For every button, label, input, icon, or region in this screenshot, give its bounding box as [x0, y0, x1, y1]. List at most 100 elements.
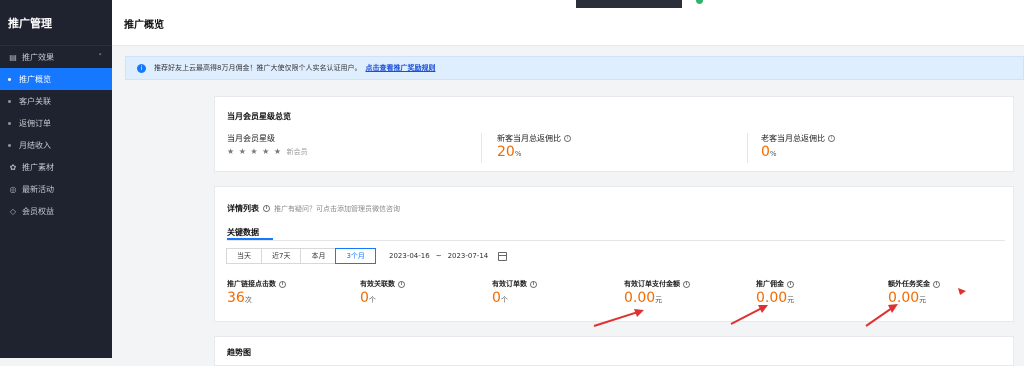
stat-value: 0	[360, 290, 369, 306]
page-title: 推广概览	[124, 20, 164, 31]
member-level-text: 新会员	[286, 148, 308, 156]
chevron-up-icon: ˄	[98, 53, 103, 61]
range-3months-button[interactable]: 3个月	[335, 248, 376, 264]
stat-unit: 个	[368, 296, 376, 304]
stat-commission: 推广佣金 i 0.00元	[756, 279, 876, 309]
stat-label: 推广链接点击数	[227, 280, 276, 288]
star-icons: ★ ★ ★ ★ ★	[227, 147, 283, 156]
stat-value: 0.00	[756, 290, 788, 306]
stat-value: 0.00	[624, 290, 656, 306]
stat-label: 有效关联数	[360, 280, 395, 288]
new-ratio-unit: %	[514, 150, 522, 158]
info-icon[interactable]: i	[787, 280, 794, 288]
member-star-cell: 当月会员星级 ★ ★ ★ ★ ★ 新会员	[227, 133, 487, 165]
stat-value: 0.00	[888, 290, 920, 306]
bullet-icon	[8, 143, 11, 147]
info-icon[interactable]: i	[828, 135, 835, 142]
stat-label: 有效订单数	[492, 280, 527, 288]
stat-extra-bonus: 额外任务奖金 i 0.00元	[888, 279, 1008, 309]
top-header: 推广概览	[112, 0, 1024, 46]
range-selector: 当天 近7天 本月 3个月	[226, 248, 376, 264]
list-circle-icon: ◎	[9, 184, 17, 194]
sidebar-group-label: 最新活动	[22, 184, 54, 194]
range-7days-button[interactable]: 近7天	[261, 248, 302, 264]
info-icon[interactable]: i	[263, 205, 270, 212]
stat-order-payment: 有效订单支付金额 i 0.00元	[624, 279, 744, 309]
sidebar-item-label: 月结收入	[19, 140, 51, 150]
sidebar-item-label: 客户关联	[19, 96, 51, 106]
stat-valid-associations: 有效关联数 i 0个	[360, 279, 480, 309]
info-icon[interactable]: i	[933, 280, 940, 288]
card-title: 详情列表	[227, 204, 259, 213]
stat-label: 推广佣金	[756, 280, 784, 288]
sidebar-group-activities[interactable]: ◎ 最新活动	[0, 178, 112, 200]
date-end: 2023-07-14	[447, 252, 489, 260]
sidebar-group-label: 推广效果	[22, 52, 54, 62]
calendar-icon[interactable]	[498, 251, 508, 261]
sidebar-item-overview[interactable]: 推广概览	[0, 68, 112, 90]
tab-key-data[interactable]: 关键数据	[227, 227, 259, 238]
new-ratio-label: 新客当月总返佣比	[497, 134, 561, 143]
stat-label: 有效订单支付金额	[624, 280, 680, 288]
top-search-box[interactable]	[576, 0, 682, 8]
divider	[747, 133, 748, 163]
divider	[481, 133, 482, 163]
stat-unit: 个	[500, 296, 508, 304]
stat-unit: 元	[655, 296, 663, 304]
date-start: 2023-04-16	[389, 252, 430, 260]
old-ratio-label: 老客当月总返佣比	[761, 134, 825, 143]
old-ratio-unit: %	[769, 150, 777, 158]
help-hint[interactable]: 推广有疑问？可点击添加管理员微信咨询	[274, 204, 400, 214]
diamond-icon: ◇	[9, 206, 17, 216]
info-icon[interactable]: i	[564, 135, 571, 142]
stat-unit: 元	[787, 296, 795, 304]
sidebar-item-customers[interactable]: 客户关联	[0, 90, 112, 112]
sidebar-item-orders[interactable]: 返佣订单	[0, 112, 112, 134]
range-today-button[interactable]: 当天	[226, 248, 262, 264]
bullet-icon	[8, 77, 11, 81]
info-icon[interactable]: i	[683, 280, 690, 288]
reward-rules-link[interactable]: 点击查看推广奖励规则	[365, 63, 435, 73]
sidebar-group-materials[interactable]: ✿ 推广素材	[0, 156, 112, 178]
date-separator: ~	[435, 252, 442, 260]
old-customer-ratio-cell: 老客当月总返佣比 i 0%	[761, 133, 1021, 165]
new-ratio-value: 20	[497, 144, 515, 160]
sidebar-item-label: 推广概览	[19, 74, 51, 84]
detail-list-card: 详情列表 i 推广有疑问？可点击添加管理员微信咨询 关键数据 当天 近7天 本月…	[214, 186, 1014, 322]
notice-text: 推荐好友上云最高得8万月佣金！推广大使仅限个人实名认证用户。	[154, 64, 362, 72]
document-icon: ▤	[9, 52, 17, 62]
sidebar-item-label: 返佣订单	[19, 118, 51, 128]
info-icon[interactable]: i	[530, 280, 537, 288]
bullet-icon	[8, 99, 11, 103]
sidebar-group-label: 推广素材	[22, 162, 54, 172]
stat-label: 额外任务奖金	[888, 280, 930, 288]
gift-icon: ✿	[9, 162, 17, 172]
stat-unit: 元	[919, 296, 927, 304]
sidebar-title: 推广管理	[0, 0, 112, 46]
range-month-button[interactable]: 本月	[300, 248, 337, 264]
star-label: 当月会员星级	[227, 134, 275, 143]
card-title: 趋势图	[227, 348, 251, 357]
info-icon[interactable]: i	[398, 280, 405, 288]
sidebar-group-benefits[interactable]: ◇ 会员权益	[0, 200, 112, 222]
member-level-card: 当月会员星级总览 当月会员星级 ★ ★ ★ ★ ★ 新会员 新客当月总返佣比 i …	[214, 96, 1014, 172]
card-title-row: 详情列表 i 推广有疑问？可点击添加管理员微信咨询	[227, 203, 400, 214]
sidebar: 推广管理 ▤ 推广效果 ˄ 推广概览 客户关联 返佣订单 月结收入 ✿ 推广素材…	[0, 0, 112, 358]
tab-divider	[227, 240, 1005, 241]
sidebar-group-promo-effect[interactable]: ▤ 推广效果 ˄	[0, 46, 112, 68]
sidebar-group-label: 会员权益	[22, 206, 54, 216]
stat-link-clicks: 推广链接点击数 i 36次	[227, 279, 347, 309]
stat-valid-orders: 有效订单数 i 0个	[492, 279, 612, 309]
sidebar-item-monthly-income[interactable]: 月结收入	[0, 134, 112, 156]
new-customer-ratio-cell: 新客当月总返佣比 i 20%	[497, 133, 757, 165]
info-icon[interactable]: i	[279, 280, 286, 288]
old-ratio-value: 0	[761, 144, 770, 160]
stat-value: 0	[492, 290, 501, 306]
date-range-picker[interactable]: 2023-04-16 ~ 2023-07-14	[389, 248, 508, 264]
notice-banner: i 推荐好友上云最高得8万月佣金！推广大使仅限个人实名认证用户。 点击查看推广奖…	[125, 56, 1024, 80]
stat-unit: 次	[244, 296, 252, 304]
bullet-icon	[8, 121, 11, 125]
stat-value: 36	[227, 290, 245, 306]
trend-card: 趋势图	[214, 336, 1014, 366]
info-icon: i	[137, 63, 146, 73]
